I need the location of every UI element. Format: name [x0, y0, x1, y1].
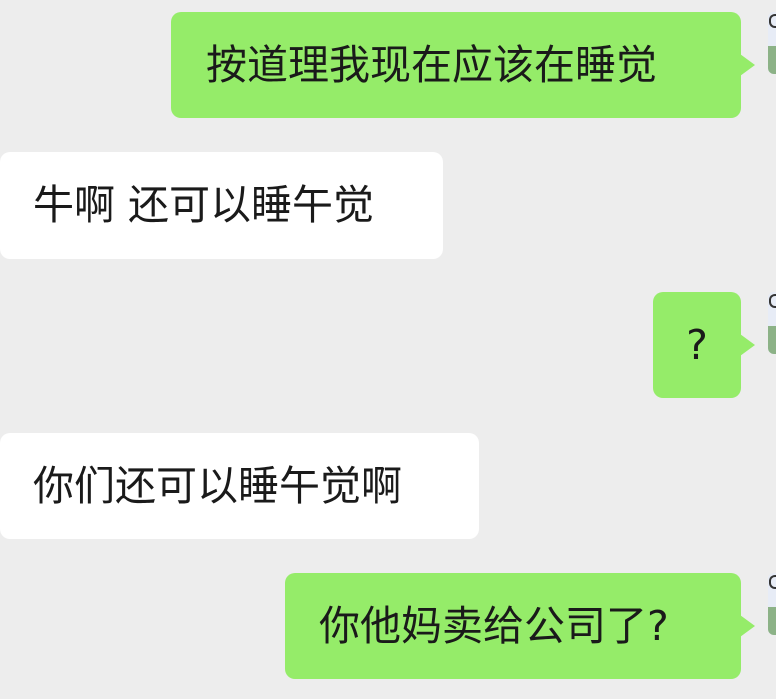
- bubble-tail: [740, 615, 755, 637]
- bubble-tail: [740, 334, 755, 356]
- received-message-bubble[interactable]: 牛啊 还可以睡午觉: [0, 152, 443, 259]
- my-avatar[interactable]: [768, 292, 776, 354]
- message-text: 你们还可以睡午觉啊: [33, 461, 402, 510]
- received-message-bubble[interactable]: 你们还可以睡午觉啊: [0, 433, 479, 539]
- my-avatar[interactable]: [768, 12, 776, 74]
- message-text: ?: [686, 320, 708, 369]
- sent-message-bubble[interactable]: 你他妈卖给公司了?: [285, 573, 755, 679]
- sent-message-bubble[interactable]: 按道理我现在应该在睡觉: [171, 12, 755, 118]
- chat-message-list[interactable]: 按道理我现在应该在睡觉 牛啊 还可以睡午觉 ? 你们还可以睡午觉啊 你他妈卖给公…: [0, 0, 776, 699]
- sent-message-bubble[interactable]: ?: [653, 292, 755, 398]
- message-text: 按道理我现在应该在睡觉: [206, 40, 657, 89]
- my-avatar[interactable]: [768, 573, 776, 635]
- message-text: 牛啊 还可以睡午觉: [33, 181, 375, 229]
- bubble-tail: [740, 54, 755, 76]
- message-text: 你他妈卖给公司了?: [319, 601, 669, 650]
